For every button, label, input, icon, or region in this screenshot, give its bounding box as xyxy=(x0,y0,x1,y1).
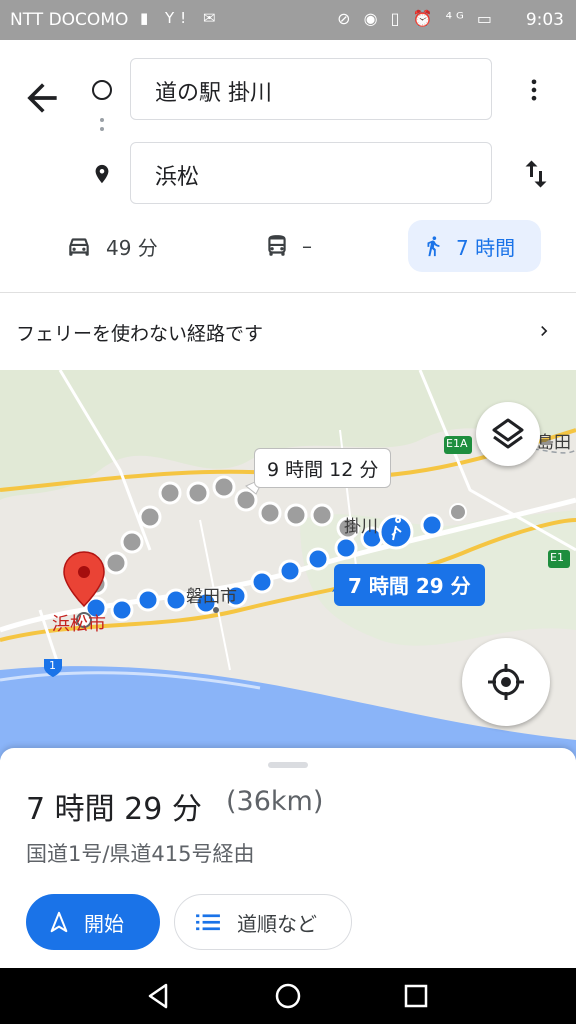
destination-field[interactable]: 浜松 xyxy=(130,142,492,204)
mode-car[interactable]: 49 分 xyxy=(50,220,172,272)
route-duration: 7 時間 29 分 xyxy=(26,792,202,827)
ferry-notice[interactable]: フェリーを使わない経路です xyxy=(0,292,576,370)
notification-icons: ▮ Y! ✉ xyxy=(140,9,222,27)
system-icons: ⊘ ◉ ▯ ⏰ ⁴ᴳ ▭ xyxy=(337,9,496,28)
my-location-icon xyxy=(488,664,524,700)
mode-transit[interactable]: – xyxy=(250,220,326,272)
map-label-e1a: E1A xyxy=(446,437,468,450)
route-via: 国道1号/県道415号経由 xyxy=(26,842,255,866)
nav-home-icon[interactable] xyxy=(272,980,304,1012)
map-label-kakegawa: 掛川 xyxy=(344,517,378,537)
back-button[interactable] xyxy=(20,76,64,120)
alt-route-callout[interactable]: 9 時間 12 分 xyxy=(254,448,392,488)
directions-panel: 道の駅 掛川 浜松 49 分 – 7 時間 フェリーを使わない経路です xyxy=(0,40,576,370)
list-icon xyxy=(196,914,220,931)
travel-modes: 49 分 – 7 時間 xyxy=(0,220,576,276)
car-icon xyxy=(69,238,89,256)
map-label-e1: E1 xyxy=(550,551,564,564)
sheet-drag-handle[interactable] xyxy=(268,762,308,768)
navigation-arrow-icon xyxy=(50,911,68,933)
start-button[interactable]: 開始 xyxy=(26,894,160,950)
my-location-button[interactable] xyxy=(462,638,550,726)
system-nav-bar xyxy=(0,968,576,1024)
mode-walk[interactable]: 7 時間 xyxy=(408,220,541,272)
route-distance: (36km) xyxy=(226,786,324,817)
status-bar: NTT DOCOMO ▮ Y! ✉ ⊘ ◉ ▯ ⏰ ⁴ᴳ ▭ 9:03 xyxy=(0,0,576,40)
more-options-button[interactable] xyxy=(520,72,548,108)
walk-icon xyxy=(427,236,440,257)
more-vert-icon xyxy=(531,79,537,101)
main-route-callout[interactable]: 7 時間 29 分 xyxy=(334,564,485,606)
mode-walk-time: 7 時間 xyxy=(456,235,516,260)
map-view[interactable]: 9 時間 12 分 7 時間 29 分 磐田市 浜松市 掛川 島田 E1A E1… xyxy=(0,370,576,760)
status-time: 9:03 xyxy=(525,10,564,30)
start-button-label: 開始 xyxy=(84,911,124,936)
swap-icon xyxy=(525,160,547,188)
chevron-right-icon xyxy=(541,326,548,336)
origin-field[interactable]: 道の駅 掛川 xyxy=(130,58,492,120)
bus-icon xyxy=(268,235,286,256)
nav-back-icon[interactable] xyxy=(142,980,174,1012)
mode-car-time: 49 分 xyxy=(106,235,158,260)
swap-button[interactable] xyxy=(518,154,554,194)
carrier-name: NTT DOCOMO xyxy=(10,10,129,30)
origin-circle-icon xyxy=(92,80,112,100)
route-connector xyxy=(100,118,104,140)
map-label-route1: 1 xyxy=(49,659,56,672)
map-label-iwata: 磐田市 xyxy=(186,587,237,607)
map-label-hamamatsu: 浜松市 xyxy=(52,614,106,635)
map-label-shimada: 島田 xyxy=(537,433,571,453)
nav-recents-icon[interactable] xyxy=(400,980,432,1012)
back-arrow-icon xyxy=(27,83,57,113)
layers-icon xyxy=(492,418,524,449)
steps-button-label: 道順など xyxy=(237,911,317,936)
ferry-notice-text: フェリーを使わない経路です xyxy=(16,323,264,345)
mode-transit-time: – xyxy=(302,234,312,258)
steps-button[interactable]: 道順など xyxy=(174,894,352,950)
destination-pin-icon xyxy=(91,162,113,186)
layers-button[interactable] xyxy=(476,402,540,466)
route-summary-sheet: 7 時間 29 分 (36km) 国道1号/県道415号経由 開始 道順など xyxy=(0,748,576,968)
